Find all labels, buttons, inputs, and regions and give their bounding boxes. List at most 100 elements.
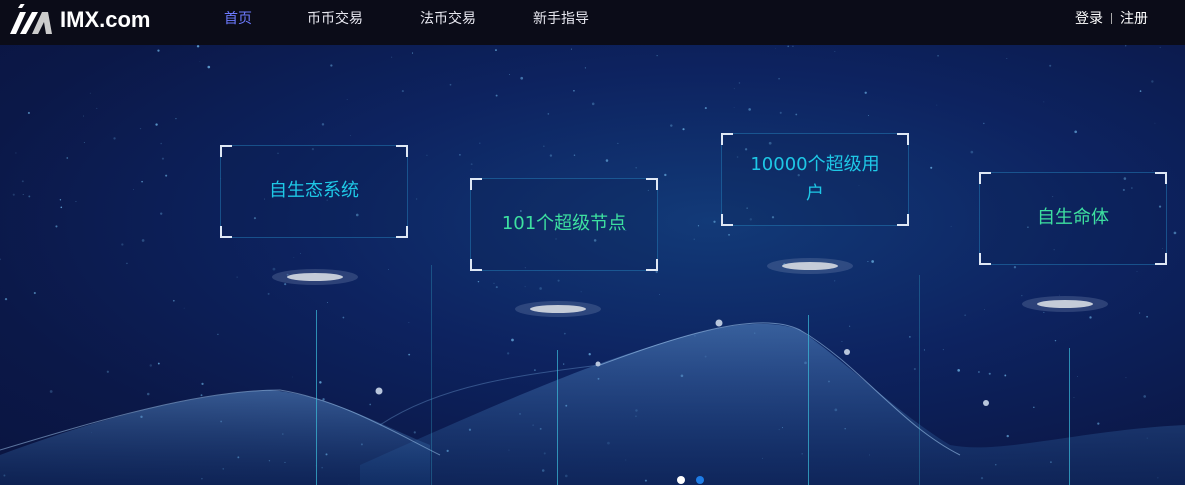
star <box>563 332 566 335</box>
light-line <box>1069 348 1070 485</box>
register-link[interactable]: 注册 <box>1120 8 1148 28</box>
star <box>21 180 24 183</box>
star <box>149 364 153 367</box>
star <box>937 54 939 57</box>
star <box>957 369 960 372</box>
star <box>1043 101 1045 103</box>
star <box>748 108 751 111</box>
star <box>580 291 582 293</box>
nav-fiat-trading[interactable]: 法币交易 <box>420 8 476 28</box>
star <box>272 267 276 271</box>
star <box>346 98 348 100</box>
star <box>834 280 836 282</box>
star <box>570 48 572 50</box>
star <box>563 363 565 365</box>
star <box>738 82 741 84</box>
star <box>1154 122 1156 124</box>
star <box>704 107 707 110</box>
light-line <box>431 265 432 485</box>
star <box>200 394 203 397</box>
star <box>55 225 58 228</box>
star <box>157 49 160 52</box>
star <box>507 352 510 355</box>
star <box>1043 311 1045 313</box>
login-link[interactable]: 登录 <box>1075 8 1103 28</box>
star <box>867 260 869 263</box>
star <box>293 257 295 258</box>
star <box>121 243 124 246</box>
star <box>470 163 473 166</box>
star <box>557 279 560 282</box>
star <box>75 200 77 203</box>
star <box>617 142 619 144</box>
star <box>1139 90 1142 92</box>
star <box>408 353 411 356</box>
star <box>330 64 333 67</box>
star <box>292 376 294 378</box>
star <box>909 335 911 338</box>
star <box>923 349 925 351</box>
star <box>867 115 869 116</box>
carousel-dot-2[interactable] <box>696 476 704 484</box>
star <box>778 77 780 80</box>
feature-card: 10000个超级用户 <box>721 133 909 226</box>
star <box>950 225 952 227</box>
carousel-dot-1[interactable] <box>677 476 685 484</box>
star <box>693 238 695 240</box>
star <box>1013 266 1017 269</box>
nav-home[interactable]: 首页 <box>224 8 252 28</box>
star <box>60 206 63 209</box>
star <box>201 382 204 385</box>
feature-text: 自生命体 <box>1037 207 1109 229</box>
star <box>1138 312 1141 314</box>
star <box>349 135 351 136</box>
star <box>988 372 991 375</box>
star <box>849 325 851 327</box>
star <box>426 154 428 156</box>
star <box>413 431 416 434</box>
star <box>141 180 143 183</box>
star <box>834 50 836 52</box>
star <box>199 61 201 62</box>
light-line <box>919 275 920 485</box>
star <box>1073 396 1075 398</box>
logo[interactable]: IMX.com <box>10 4 150 36</box>
nav-coin-trading[interactable]: 币币交易 <box>307 8 363 28</box>
star <box>449 83 452 86</box>
feature-text: 10000个超级用户 <box>750 153 880 204</box>
star <box>477 280 480 283</box>
star <box>89 92 91 94</box>
star <box>658 294 660 295</box>
star <box>511 338 514 342</box>
star <box>787 45 790 48</box>
star <box>207 65 211 69</box>
star <box>1006 434 1009 438</box>
star <box>342 316 345 319</box>
star <box>411 52 414 54</box>
star <box>146 392 150 396</box>
star <box>520 76 524 80</box>
star <box>1097 422 1100 425</box>
star <box>175 118 177 120</box>
star <box>1076 375 1078 377</box>
star <box>1151 80 1154 83</box>
star <box>479 142 481 144</box>
nav-beginner-guide[interactable]: 新手指导 <box>533 8 589 28</box>
star <box>300 253 301 255</box>
star <box>733 107 735 109</box>
star <box>113 137 116 140</box>
star <box>1004 374 1007 377</box>
star <box>141 239 145 242</box>
star <box>133 188 134 190</box>
star <box>664 173 667 177</box>
star <box>1089 316 1092 319</box>
feature-card: 101个超级节点 <box>470 178 658 271</box>
star <box>1021 294 1023 297</box>
star <box>1143 395 1147 398</box>
star <box>327 302 328 304</box>
auth-links: 登录 注册 <box>1075 8 1148 28</box>
star <box>126 262 128 265</box>
star <box>1146 315 1148 318</box>
star <box>588 353 591 356</box>
star <box>1074 130 1078 134</box>
